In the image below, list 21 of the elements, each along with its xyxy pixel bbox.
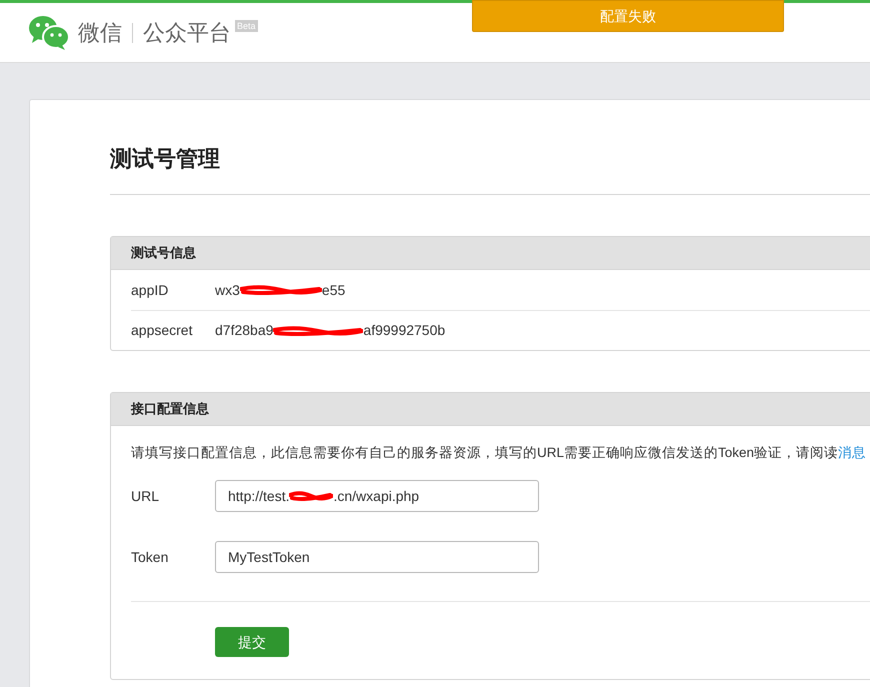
field-label: URL xyxy=(131,487,160,506)
description-text: 请填写接口配置信息，此信息需要你有自己的服务器资源，填写的URL需要正确响应微信发送的Token验证，请阅读消息 xyxy=(131,444,868,462)
field-value: af99992750b xyxy=(363,321,446,340)
panel-header: 接口配置信息 xyxy=(111,393,870,426)
field-value: e55 xyxy=(322,280,346,300)
chat-bubbles-icon xyxy=(28,14,70,50)
field-label: Token xyxy=(131,548,170,567)
error-toast: 配置失败 xyxy=(472,0,784,32)
logo-text: 微信 xyxy=(78,19,122,47)
submit-button[interactable]: 提交 xyxy=(215,627,289,657)
field-value: d7f28ba9 xyxy=(215,321,274,340)
text-input[interactable]: http://test. .cn/wxapi.php xyxy=(215,480,539,512)
docs-link[interactable]: 消息 xyxy=(838,445,866,460)
field-label: appsecret xyxy=(131,321,194,340)
text-input[interactable]: MyTestToken xyxy=(215,541,539,573)
page-title: 测试号管理 xyxy=(110,145,221,173)
panel-header: 测试号信息 xyxy=(111,237,870,270)
field-label: appID xyxy=(131,280,170,300)
product-name: 公众平台 xyxy=(143,19,231,47)
field-value: wx3 xyxy=(215,280,240,300)
redaction-scribble xyxy=(289,490,334,502)
